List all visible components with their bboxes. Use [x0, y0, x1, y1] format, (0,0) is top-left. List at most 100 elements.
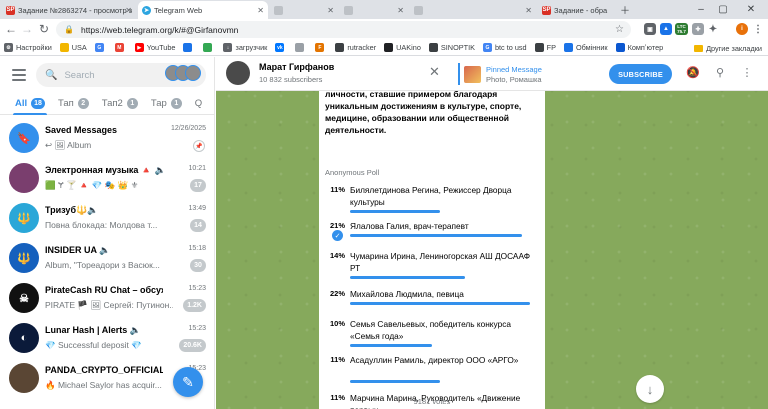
bookmark-label: загрузчик	[235, 43, 268, 52]
poll-option-text: Асадуллин Рамиль, директор ООО «АРГО»	[350, 355, 519, 365]
browser-tab-label: Задание - обра	[554, 5, 608, 15]
browser-tab[interactable]: ✕	[270, 1, 338, 19]
bookmark-item[interactable]: Обмінник	[563, 43, 608, 52]
browser-tab[interactable]: ✕	[340, 1, 408, 19]
poll-option-text: Михайлова Людмила, певица	[350, 289, 464, 299]
maximize-icon[interactable]: ▢	[712, 0, 734, 19]
chat-name: Lunar Hash | Alerts 🔈	[45, 325, 141, 335]
gear-icon: ⚙	[4, 43, 13, 52]
close-tab-icon[interactable]: ✕	[397, 6, 404, 15]
bookmark-icon	[203, 43, 213, 52]
poll-option-bar	[350, 302, 530, 305]
bookmark-item[interactable]: SINOPTIK	[428, 43, 475, 52]
close-tab-icon[interactable]: ✕	[525, 6, 532, 15]
new-message-pencil-icon[interactable]: ✎	[173, 367, 203, 397]
close-tab-icon[interactable]: ✕	[257, 6, 264, 15]
chat-list-header: 🔍 Search	[0, 57, 214, 93]
poll-option-percent: 21%	[329, 221, 345, 230]
chat-avatar: 🔱	[9, 243, 39, 273]
poll-option-percent: 22%	[329, 289, 345, 298]
pinned-message[interactable]: Pinned Message Photo, Ромашка	[458, 63, 542, 85]
bookmark-item[interactable]: Компʼютер	[615, 43, 663, 52]
address-bar[interactable]: 🔒 https://web.telegram.org/k/#@Girfanovm…	[56, 21, 631, 38]
bookmark-item[interactable]	[203, 43, 215, 52]
channel-header[interactable]: Марат Гирфанов 10 832 subscribers ✕ Pinn…	[216, 57, 768, 91]
bookmark-item[interactable]: M	[114, 43, 127, 52]
extensions-puzzle-icon[interactable]: ✦	[707, 23, 719, 35]
chat-list-item[interactable]: 🔖 Saved Messages 12/26/2025 ↩ 🖼 Album 📌	[0, 119, 214, 159]
chat-list-item[interactable]: ☠ PirateCash RU Chat – обсуж...🔈 15:23 PIRA…	[0, 279, 214, 319]
bookmark-item[interactable]	[295, 43, 307, 52]
browser-menu-icon[interactable]: ⋮	[752, 23, 764, 35]
browser-tab-label: Задание №2863274 - просмотр з	[18, 5, 133, 15]
bookmark-item[interactable]: USA	[59, 43, 87, 52]
bookmark-item[interactable]	[183, 43, 195, 52]
mute-bell-icon[interactable]: 🔕	[686, 66, 700, 79]
folder-tabs: All 18 Тап 2 Тап2 1 Тар 1 Q	[0, 93, 214, 115]
sp-icon: SP	[6, 5, 15, 15]
folder-icon	[694, 44, 704, 52]
profile-avatar[interactable]: i	[736, 23, 748, 35]
chat-last-message: 💎 Successful deposit 💎	[45, 340, 142, 350]
browser-tab[interactable]: SP Задание - обра	[538, 1, 612, 19]
scroll-down-icon[interactable]: ↓	[636, 375, 664, 403]
bookmark-item[interactable]: Gbtc to usd	[482, 43, 527, 52]
bookmark-item[interactable]: ⚙ Настройки	[4, 43, 52, 52]
bookmark-icon	[183, 43, 193, 52]
bookmark-item[interactable]: vk	[275, 43, 287, 52]
stories-avatars[interactable]	[165, 65, 201, 81]
folder-icon	[59, 43, 69, 52]
bookmark-label: USA	[71, 43, 87, 52]
chat-time: 12/26/2025	[170, 125, 206, 132]
chat-list-item[interactable]: ◐ Lunar Hash | Alerts 🔈 15:23 💎 Successful …	[0, 319, 214, 359]
lock-icon[interactable]: 🔒	[64, 25, 74, 34]
folder-tab[interactable]: Тап2 1	[102, 93, 138, 115]
chat-list-item[interactable]: 🔱 Тризуб🔱🔈 13:49 Повна блокада: Молдова т..…	[0, 199, 214, 239]
unread-count-badge: 20.6K	[179, 339, 206, 352]
forward-icon[interactable]: →	[20, 22, 34, 36]
folder-tab[interactable]: Тап 2	[58, 93, 89, 115]
channel-title[interactable]: Марат Гирфанов	[259, 62, 334, 72]
search-input[interactable]: 🔍 Search	[36, 63, 206, 87]
bookmark-item[interactable]: ↓ загрузчик	[223, 43, 267, 52]
poll-option-bar	[350, 234, 522, 237]
new-tab-icon[interactable]: ＋	[614, 0, 636, 19]
reload-icon[interactable]: ↻	[37, 22, 51, 36]
browser-tab[interactable]: ✕	[410, 1, 536, 19]
poll-option-bar	[350, 210, 440, 213]
close-tab-icon[interactable]: ✕	[327, 6, 334, 15]
bookmark-item[interactable]: ▶ YouTube	[134, 43, 175, 52]
extension-icon[interactable]: ✚	[692, 23, 704, 35]
chat-avatar: 🔱	[9, 203, 39, 233]
bookmark-item[interactable]: UAKino	[384, 43, 421, 52]
channel-avatar[interactable]	[226, 61, 250, 85]
chat-list-item[interactable]: Электронная музыка 🔺 🔈 10:21 🟩 Ɏ 🍸 🔺 💎 🎭 👑…	[0, 159, 214, 199]
close-tab-icon[interactable]: ✕	[125, 6, 132, 15]
browser-tab-active[interactable]: ➤ Telegram Web ✕	[138, 1, 268, 19]
minimize-icon[interactable]: –	[690, 0, 712, 19]
ltc-price-badge[interactable]: LTC 75.7	[675, 23, 688, 35]
folder-tab[interactable]: All 18	[13, 93, 47, 115]
close-icon[interactable]: ✕	[429, 65, 440, 78]
menu-icon[interactable]	[12, 69, 26, 81]
subscribe-button[interactable]: SUBSCRIBE	[609, 64, 672, 84]
bookmark-item[interactable]: F	[315, 43, 327, 52]
extension-icon[interactable]: ▲	[660, 23, 672, 35]
folder-tab[interactable]: Q	[195, 93, 202, 115]
browser-tab[interactable]: SP Задание №2863274 - просмотр з ✕	[2, 1, 136, 19]
chat-avatar	[9, 163, 39, 193]
chat-time: 15:18	[188, 245, 206, 252]
other-bookmarks[interactable]: Другие закладки	[694, 40, 762, 56]
more-options-icon[interactable]: ⋮	[740, 66, 754, 79]
bookmark-item[interactable]: FP	[534, 43, 556, 52]
extension-icon[interactable]: ▣	[644, 23, 656, 35]
bookmark-star-icon[interactable]: ☆	[615, 24, 624, 35]
close-window-icon[interactable]: ✕	[740, 0, 762, 19]
back-icon[interactable]: ←	[4, 22, 18, 36]
bookmark-item[interactable]: rutracker	[335, 43, 376, 52]
bookmark-label: Обмінник	[575, 43, 608, 52]
search-icon[interactable]: ⚲	[713, 66, 727, 79]
chat-list-item[interactable]: 🔱 INSIDER UA 🔈 15:18 Album, "Тореадори з Ва…	[0, 239, 214, 279]
bookmark-item[interactable]: G	[94, 43, 107, 52]
folder-tab[interactable]: Тар 1	[151, 93, 182, 115]
